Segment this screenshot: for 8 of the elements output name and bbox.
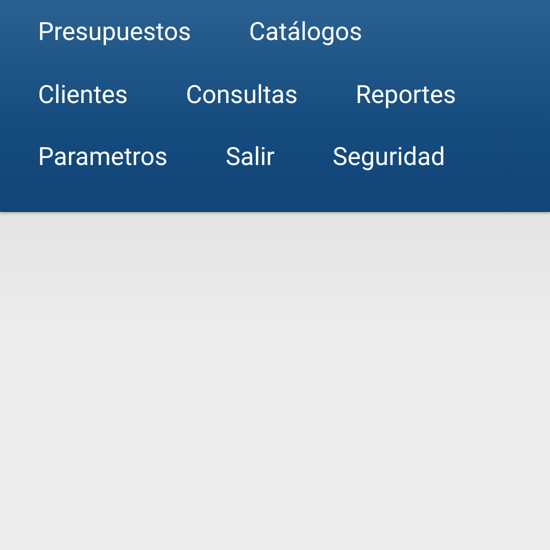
menu-link[interactable]: Salir <box>226 138 275 178</box>
menu-link[interactable]: Clientes <box>38 76 128 116</box>
menu-link[interactable]: Seguridad <box>332 138 445 178</box>
menu-link[interactable]: Catálogos <box>249 13 362 53</box>
menu-link[interactable]: Presupuestos <box>38 13 192 53</box>
menu-link[interactable]: Reportes <box>356 76 456 116</box>
menu-link[interactable]: Parametros <box>38 138 168 178</box>
menu-link[interactable]: Consultas <box>186 76 298 116</box>
